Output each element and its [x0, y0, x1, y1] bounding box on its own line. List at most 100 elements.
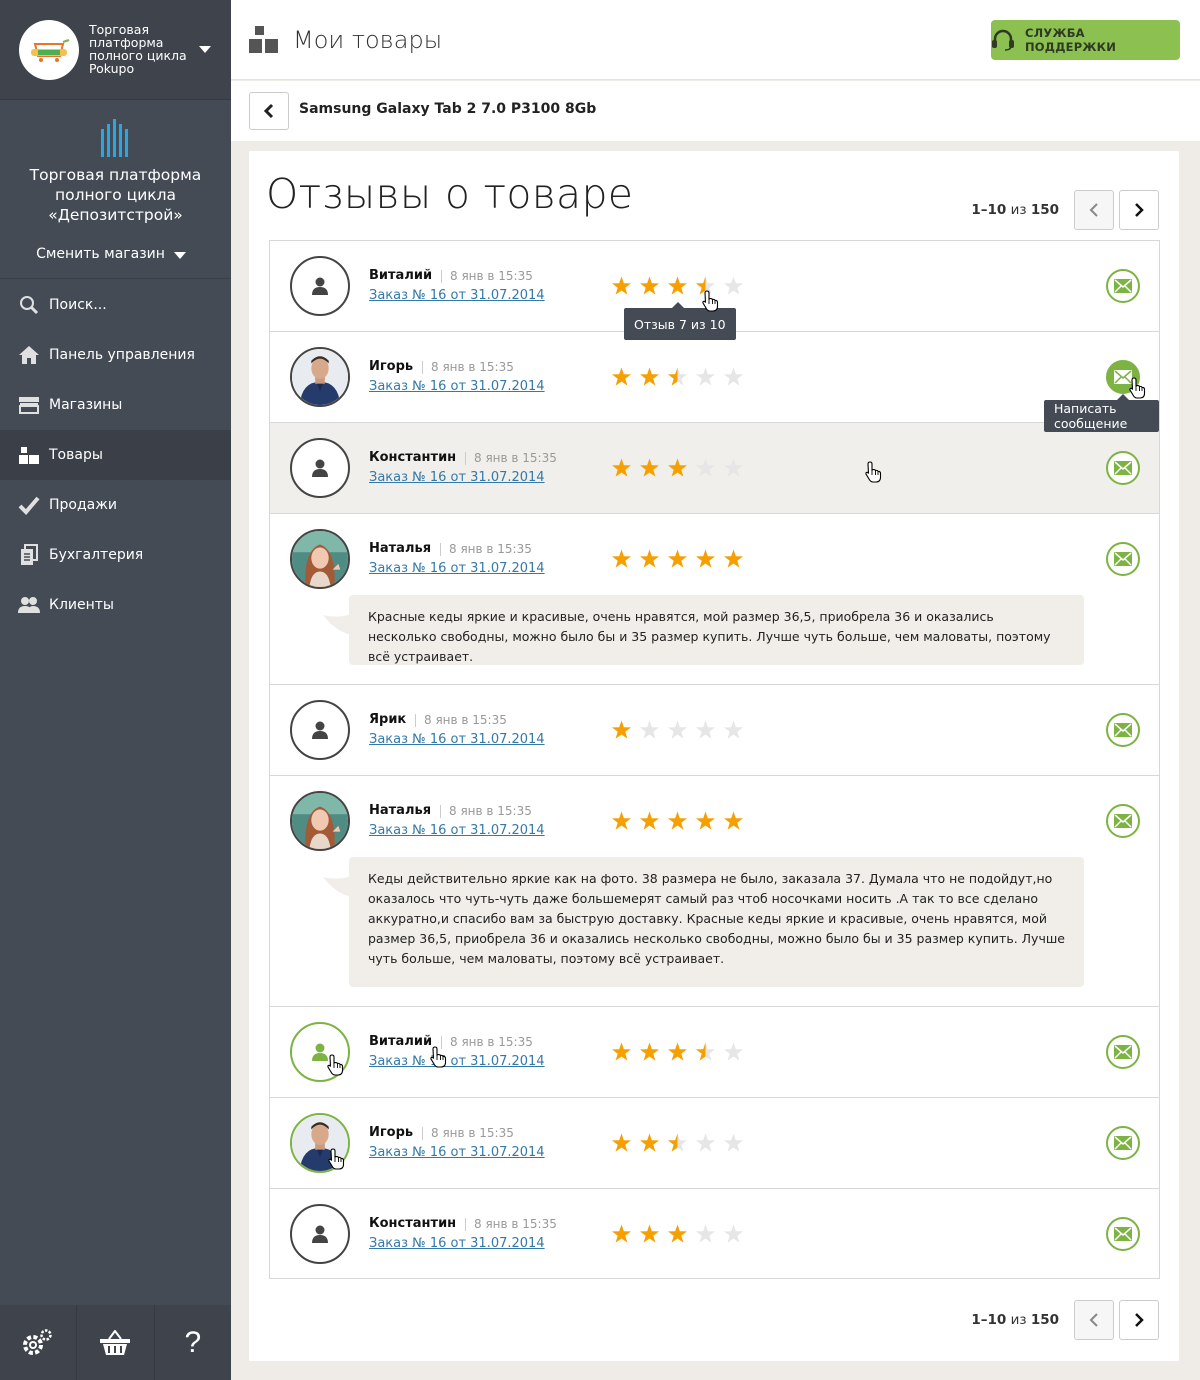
hand-cursor-icon	[328, 1148, 345, 1175]
rating-stars[interactable]	[610, 1224, 750, 1245]
user-icon	[312, 459, 328, 477]
user-photo	[292, 793, 348, 849]
star-icon	[667, 276, 688, 295]
reviewer-name[interactable]: Константин	[369, 1216, 456, 1231]
review-text: Красные кеды яркие и красивые, очень нра…	[323, 595, 1084, 665]
reviewer-name[interactable]: Игорь	[369, 359, 413, 374]
send-message-button[interactable]	[1106, 1217, 1140, 1251]
send-message-button[interactable]	[1106, 713, 1140, 747]
pagination-info: 1–10 из 150	[971, 1312, 1059, 1328]
chevron-left-icon	[1089, 203, 1098, 217]
platform-switcher[interactable]: Торговая платформа полного цикла Pokupo	[0, 0, 231, 100]
send-message-button[interactable]	[1106, 269, 1140, 303]
rating-stars[interactable]	[610, 549, 750, 570]
page-range: 1–10	[971, 202, 1007, 218]
rating-stars[interactable]	[610, 458, 750, 479]
mail-icon	[1114, 1045, 1132, 1059]
prev-page-button[interactable]	[1074, 1300, 1114, 1340]
chevron-down-icon[interactable]	[174, 252, 186, 259]
help-button[interactable]: ?	[155, 1305, 231, 1380]
rating-stars[interactable]	[610, 720, 750, 741]
review-row: Игорь 8 янв в 15:35 Заказ № 16 от 31.07.20…	[270, 332, 1159, 432]
nav-clients[interactable]: Клиенты	[0, 580, 231, 630]
order-link[interactable]: Заказ № 16 от 31.07.2014	[369, 1145, 545, 1160]
divider	[465, 1218, 466, 1231]
reviewer-name[interactable]: Виталий	[369, 1034, 432, 1049]
rating-stars[interactable]	[610, 811, 750, 832]
nav-sales[interactable]: Продажи	[0, 480, 231, 530]
send-message-button[interactable]	[1106, 451, 1140, 485]
back-button[interactable]	[249, 92, 289, 130]
avatar[interactable]	[290, 791, 350, 851]
star-icon	[667, 367, 688, 386]
avatar[interactable]	[290, 438, 350, 498]
avatar[interactable]	[290, 347, 350, 407]
reviewer-name[interactable]: Константин	[369, 450, 456, 465]
avatar[interactable]	[290, 529, 350, 589]
prev-page-button[interactable]	[1074, 190, 1114, 230]
order-link[interactable]: Заказ № 16 от 31.07.2014	[369, 470, 545, 485]
nav-accounting[interactable]: Бухгалтерия	[0, 530, 231, 580]
home-icon	[18, 344, 40, 366]
star-icon	[639, 1133, 660, 1152]
cart-button[interactable]	[77, 1305, 155, 1380]
reviewer-name[interactable]: Виталий	[369, 268, 432, 283]
nav-label: Бухгалтерия	[49, 547, 144, 563]
switch-store-button[interactable]: Сменить магазин	[0, 246, 231, 262]
star-icon	[695, 1133, 716, 1152]
order-link[interactable]: Заказ № 16 от 31.07.2014	[369, 288, 545, 303]
users-icon	[18, 594, 40, 616]
star-icon	[639, 720, 660, 739]
rating-stars[interactable]	[610, 1042, 750, 1063]
nav-label: Поиск...	[49, 297, 107, 313]
divider	[422, 361, 423, 374]
user-icon	[312, 277, 328, 295]
send-message-button[interactable]	[1106, 1035, 1140, 1069]
avatar[interactable]	[290, 256, 350, 316]
nav-search[interactable]: Поиск...	[0, 280, 231, 330]
nav-products[interactable]: Товары	[0, 430, 231, 480]
nav-dashboard[interactable]: Панель управления	[0, 330, 231, 380]
order-link[interactable]: Заказ № 16 от 31.07.2014	[369, 823, 545, 838]
order-link[interactable]: Заказ № 16 от 31.07.2014	[369, 1054, 545, 1069]
avatar[interactable]	[290, 700, 350, 760]
reviewer-name[interactable]: Наталья	[369, 541, 431, 556]
chevron-right-icon	[1135, 203, 1144, 217]
send-message-button[interactable]	[1106, 542, 1140, 576]
support-label: СЛУЖБА ПОДДЕРЖКИ	[1024, 26, 1117, 54]
divider	[440, 543, 441, 556]
avatar[interactable]	[290, 1204, 350, 1264]
reviewer-name[interactable]: Игорь	[369, 1125, 413, 1140]
star-icon	[723, 276, 744, 295]
star-icon	[695, 1224, 716, 1243]
settings-button[interactable]	[0, 1305, 78, 1380]
chevron-down-icon[interactable]	[199, 46, 211, 53]
review-date: 8 янв в 15:35	[450, 1035, 533, 1049]
next-page-button[interactable]	[1119, 190, 1159, 230]
send-message-button[interactable]	[1106, 804, 1140, 838]
rating-stars[interactable]	[610, 367, 750, 388]
divider	[415, 714, 416, 727]
rating-stars[interactable]	[610, 276, 750, 297]
order-link[interactable]: Заказ № 16 от 31.07.2014	[369, 732, 545, 747]
review-text: Кеды действительно яркие как на фото. 38…	[323, 857, 1084, 987]
support-button[interactable]: СЛУЖБА ПОДДЕРЖКИ	[991, 20, 1180, 60]
boxes-icon	[18, 444, 40, 466]
order-link[interactable]: Заказ № 16 от 31.07.2014	[369, 561, 545, 576]
nav-stores[interactable]: Магазины	[0, 380, 231, 430]
star-icon	[667, 1133, 688, 1152]
send-message-button[interactable]	[1106, 1126, 1140, 1160]
rating-stars[interactable]	[610, 1133, 750, 1154]
reviewer-name[interactable]: Ярик	[369, 712, 406, 727]
reviewer-name[interactable]: Наталья	[369, 803, 431, 818]
help-icon: ?	[184, 1325, 202, 1359]
order-link[interactable]: Заказ № 16 от 31.07.2014	[369, 1236, 545, 1251]
check-icon	[18, 494, 40, 516]
next-page-button[interactable]	[1119, 1300, 1159, 1340]
star-icon	[695, 458, 716, 477]
divider	[440, 805, 441, 818]
sidebar-footer: ?	[0, 1305, 231, 1380]
page-total: 150	[1030, 202, 1059, 218]
basket-icon	[100, 1329, 131, 1355]
order-link[interactable]: Заказ № 16 от 31.07.2014	[369, 379, 545, 394]
